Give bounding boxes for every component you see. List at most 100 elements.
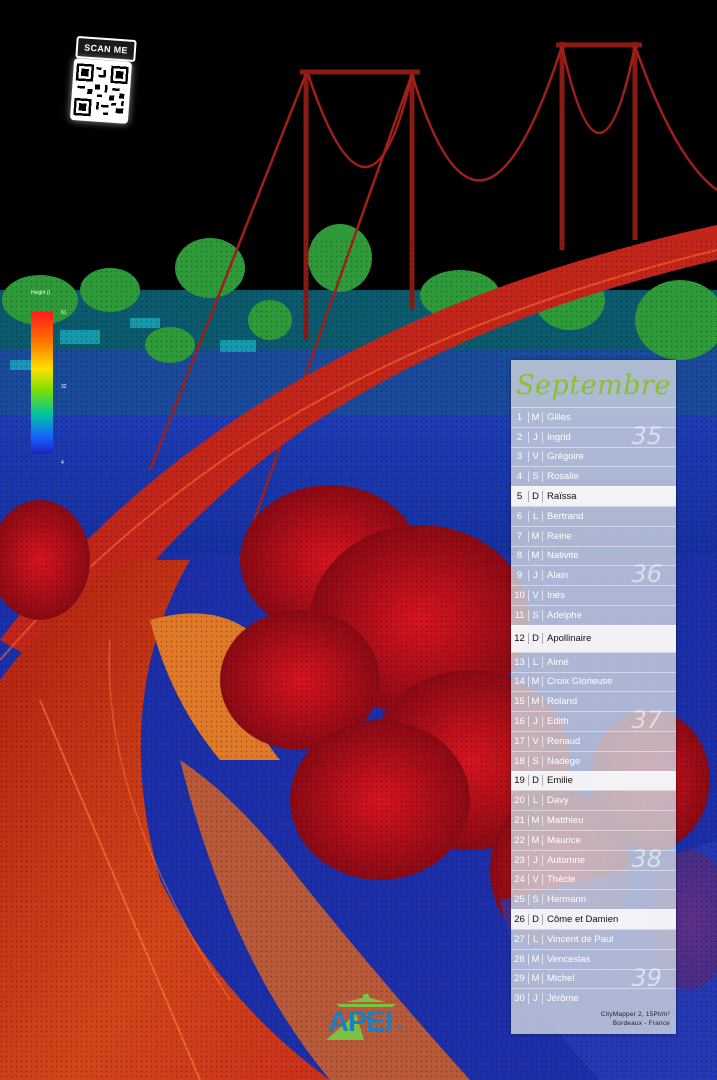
day-of-week: M [529,973,543,985]
day-number: 4 [511,471,529,483]
saint-name: Gilles [547,411,571,423]
saint-name: Emilie [547,775,573,787]
calendar-day-row: 11 S Adelphe [511,604,676,625]
calendar-poster: SCAN ME Height () 61 32 4 Septembre 1 M … [0,0,717,1080]
saint-name: Aimé [547,656,569,668]
saint-name: Venceslas [547,953,591,965]
day-number: 22 [511,834,529,846]
day-number: 6 [511,510,529,522]
day-number: 8 [511,550,529,562]
calendar-day-row: 20 L Davy [511,790,676,810]
day-number: 21 [511,815,529,827]
day-number: 15 [511,696,529,708]
saint-name: Adelphe [547,609,582,621]
day-of-week: M [529,411,543,423]
saint-name: Grégoire [547,451,584,463]
saint-name: Inès [547,590,565,602]
calendar-day-row: 4 S Rosalie [511,466,676,486]
legend-max: 61 [61,310,67,316]
calendar-day-row: 9 J Alain 36 [511,560,676,588]
calendar-day-row: 25 S Hermann [511,889,676,909]
day-of-week: M [529,815,543,827]
saint-name: Michel [547,973,575,985]
day-number: 5 [511,491,529,503]
week-number: 37 [631,706,662,735]
day-number: 13 [511,656,529,668]
day-of-week: J [529,716,543,728]
calendar-day-row: 27 L Vincent de Paul [511,928,676,949]
calendar-day-row: 16 J Edith 37 [511,706,676,734]
day-number: 26 [511,914,529,926]
legend-title: Height () [31,290,51,296]
month-calendar: Septembre 1 M Gilles 2 J Ingrid 35 3 V Grégoire 4 S… [511,360,676,1034]
day-of-week: S [529,755,543,767]
calendar-day-row: 21 M Matthieu [511,810,676,830]
saint-name: Rosalie [547,471,579,483]
day-of-week: M [529,696,543,708]
saint-name: Alain [547,570,569,582]
saint-name: Davy [547,795,569,807]
saint-name: Raïssa [547,491,577,503]
credit-line-1: CityMapper 2, 15Pt/m² [600,1011,670,1018]
day-number: 9 [511,570,529,582]
calendar-day-row: 23 J Automne 38 [511,845,676,873]
saint-name: Apollinaire [547,633,592,645]
day-number: 3 [511,451,529,463]
day-of-week: J [529,431,543,443]
day-number: 1 [511,411,529,423]
calendar-day-row: 3 V Grégoire [511,446,676,467]
qr-code-icon[interactable] [69,58,133,124]
saint-name: Bertrand [547,510,584,522]
saint-name: Croix Glorieuse [547,676,613,688]
day-of-week: V [529,735,543,747]
day-number: 28 [511,953,529,965]
saint-name: Renaud [547,735,581,747]
credit-line-2: Bordeaux - France [612,1020,670,1027]
day-of-week: M [529,834,543,846]
calendar-day-row: 26 D Côme et Damien [511,909,676,929]
day-of-week: M [529,530,543,542]
apei-logo: APEI .fr [326,992,412,1042]
day-of-week: L [529,795,543,807]
credit-text: CityMapper 2, 15Pt/m² Bordeaux - France [601,1010,670,1028]
day-number: 24 [511,874,529,886]
day-of-week: M [529,550,543,562]
week-number: 36 [631,560,662,589]
day-list: 1 M Gilles 2 J Ingrid 35 3 V Grégoire 4 S Rosalie 5 D R… [511,407,676,1008]
calendar-day-row: 30 J Jérôme [511,988,676,1008]
day-of-week: D [529,491,543,503]
day-number: 11 [511,609,529,621]
saint-name: Reine [547,530,572,542]
saint-name: Jérôme [547,993,579,1005]
day-of-week: M [529,953,543,965]
legend-color-bar [31,312,53,454]
week-number: 35 [631,421,662,450]
legend-mid: 32 [61,384,67,390]
day-number: 18 [511,755,529,767]
day-of-week: L [529,933,543,945]
day-number: 23 [511,854,529,866]
day-number: 10 [511,590,529,602]
calendar-day-row: 10 V Inès [511,585,676,605]
day-of-week: D [529,775,543,787]
day-of-week: D [529,633,543,645]
week-number: 38 [631,844,662,873]
calendar-day-row: 2 J Ingrid 35 [511,422,676,450]
day-number: 16 [511,716,529,728]
day-of-week: J [529,993,543,1005]
day-of-week: J [529,570,543,582]
day-of-week: S [529,894,543,906]
calendar-day-row: 7 M Reine [511,525,676,546]
day-of-week: S [529,609,543,621]
saint-name: Roland [547,696,578,708]
calendar-day-row: 12 D Apollinaire [511,624,676,652]
day-of-week: V [529,451,543,463]
week-number: 39 [631,963,662,992]
calendar-day-row: 14 M Croix Glorieuse [511,671,676,692]
calendar-day-row: 5 D Raïssa [511,486,676,506]
calendar-day-row: 13 L Aimé [511,651,676,672]
calendar-day-row: 6 L Bertrand [511,505,676,526]
day-number: 19 [511,775,529,787]
day-number: 30 [511,993,529,1005]
day-number: 27 [511,933,529,945]
